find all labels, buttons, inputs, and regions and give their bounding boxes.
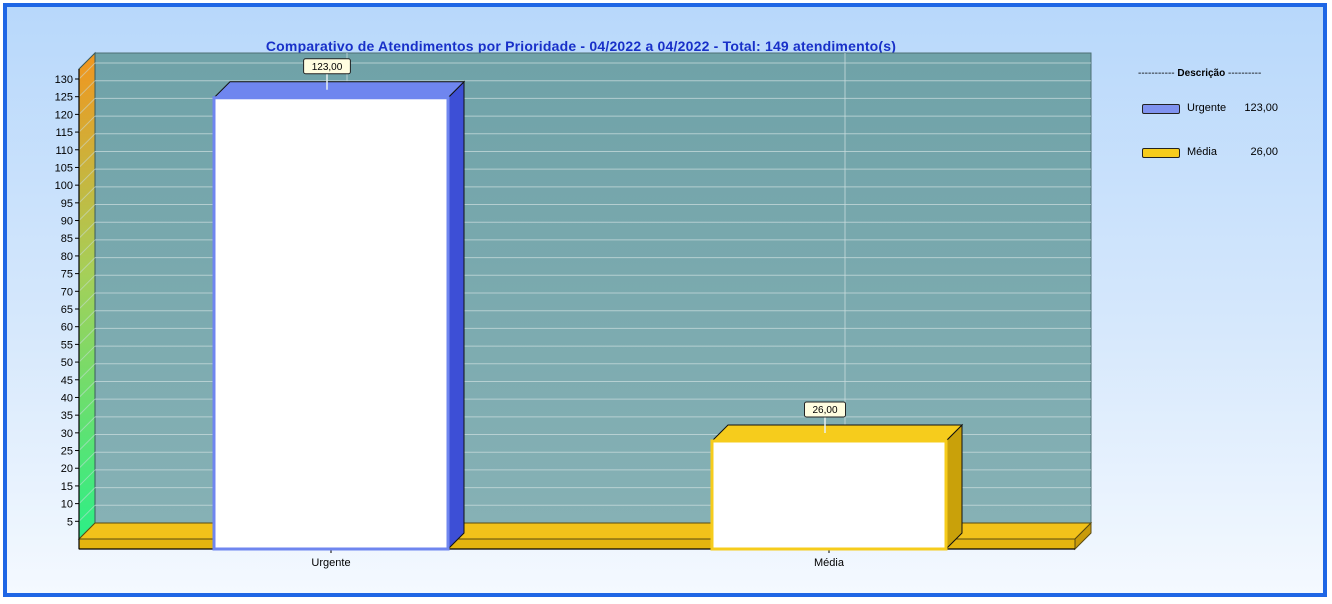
y-tick-label: 70: [61, 286, 73, 298]
y-tick-label: 120: [55, 109, 73, 121]
bar-side: [447, 80, 465, 551]
y-tick-label: 110: [55, 145, 73, 157]
y-tick-label: 10: [61, 499, 73, 511]
legend-value: 123,00: [1244, 102, 1278, 114]
legend-title-right: ----------: [1228, 68, 1262, 79]
y-tick-label: 5: [67, 516, 73, 528]
y-tick-label: 45: [61, 375, 73, 387]
x-tick-label: Média: [814, 557, 845, 569]
legend-title-text: Descrição: [1177, 68, 1226, 79]
y-tick-label: 95: [61, 198, 73, 210]
legend-item-media: Média 26,00: [1142, 146, 1292, 160]
bar: [710, 439, 948, 551]
x-tick-label: Urgente: [311, 557, 350, 569]
legend-value: 26,00: [1250, 146, 1278, 158]
y-tick-label: 125: [55, 92, 73, 104]
y-tick-label: 15: [61, 481, 73, 493]
y-tick-label: 130: [55, 74, 73, 86]
bar-top: [212, 81, 466, 99]
y-tick-label: 85: [61, 233, 73, 245]
data-label: 123,00: [312, 62, 343, 73]
y-tick-label: 55: [61, 339, 73, 351]
data-label: 26,00: [812, 405, 837, 416]
y-tick-label: 30: [61, 428, 73, 440]
y-tick-label: 65: [61, 304, 73, 316]
y-tick-label: 75: [61, 269, 73, 281]
legend-title: ----------- Descrição ----------: [1138, 68, 1283, 79]
bar: [212, 96, 450, 551]
legend-item-urgente: Urgente 123,00: [1142, 102, 1292, 116]
chart-frame: Comparativo de Atendimentos por Priorida…: [3, 3, 1327, 597]
chart-plot: 5 10 15 20 25 30 35 40 45 50 55 60 65 70 75 80 85 90 95 100…: [55, 51, 1093, 569]
y-tick-label: 40: [61, 392, 73, 404]
y-tick-label: 115: [55, 127, 73, 139]
y-tick-label: 20: [61, 463, 73, 475]
y-tick-label: 50: [61, 357, 73, 369]
y-tick-label: 60: [61, 322, 73, 334]
y-tick-label: 105: [55, 162, 73, 174]
y-tick-label: 35: [61, 410, 73, 422]
y-tick-label: 100: [55, 180, 73, 192]
y-tick-label: 90: [61, 216, 73, 228]
y-tick-label: 80: [61, 251, 73, 263]
legend-label: Urgente: [1187, 102, 1227, 114]
y-tick-label: 25: [61, 446, 73, 458]
bar-side: [945, 423, 963, 551]
bar-top: [710, 424, 964, 442]
legend-label: Média: [1187, 146, 1217, 158]
